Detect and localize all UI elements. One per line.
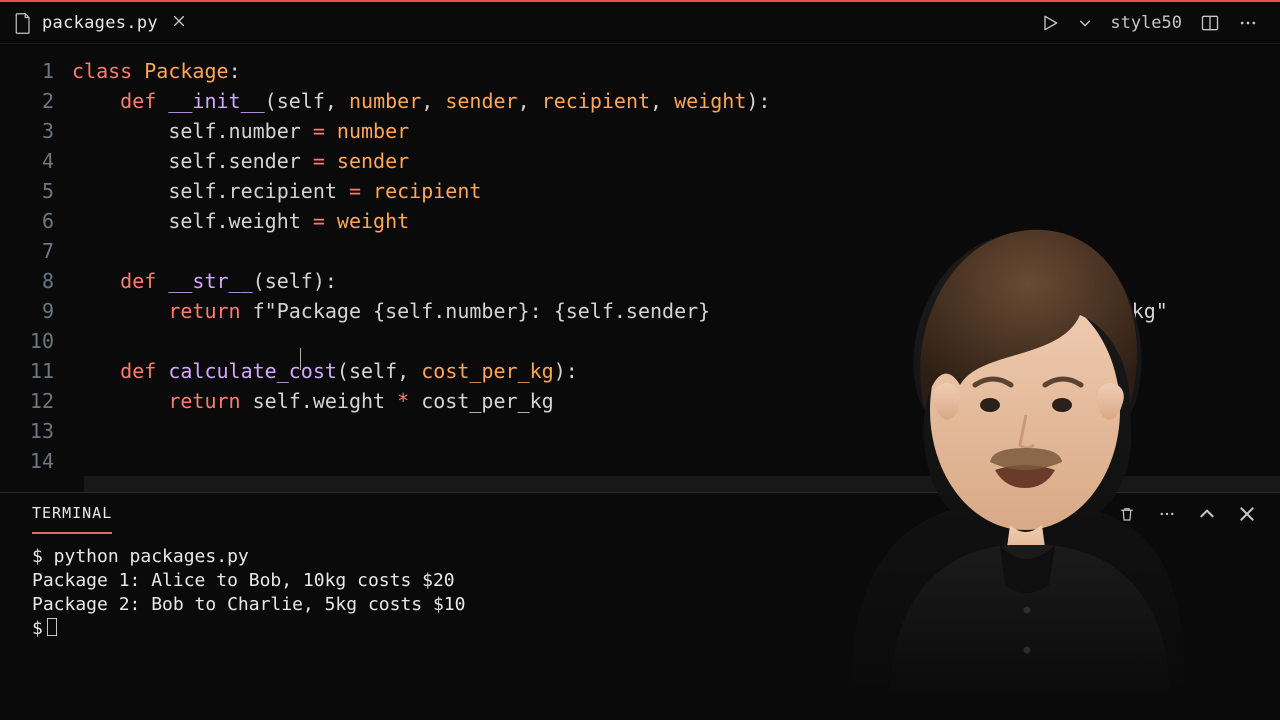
code-line-4: self.sender = sender: [72, 146, 1280, 176]
line-number: 4: [0, 146, 72, 176]
terminal-line: $: [32, 618, 43, 639]
code-line-9: return f"Package {self.number}: {self.se…: [72, 296, 1280, 326]
terminal-line: $ python packages.py: [32, 546, 249, 567]
line-number: 9: [0, 296, 72, 326]
run-dropdown[interactable]: [1078, 16, 1092, 30]
style50-button[interactable]: style50: [1110, 13, 1182, 33]
tab-area: packages.py: [0, 2, 204, 43]
close-tab-button[interactable]: [168, 10, 190, 35]
split-terminal-button[interactable]: [1078, 505, 1096, 523]
line-number: 12: [0, 386, 72, 416]
code-editor[interactable]: 1 class Package: 2 def __init__(self, nu…: [0, 44, 1280, 484]
line-number: 7: [0, 236, 72, 266]
code-line-2: def __init__(self, number, sender, recip…: [72, 86, 1280, 116]
terminal-header: TERMINAL: [0, 493, 1280, 535]
terminal-cursor: [47, 618, 57, 636]
tab-bar: packages.py style50: [0, 0, 1280, 44]
code-line-1: class Package:: [72, 56, 1280, 86]
close-panel-button[interactable]: [1238, 505, 1256, 523]
line-number: 14: [0, 446, 72, 476]
line-number: 10: [0, 326, 72, 356]
code-line-11: def calculate_cost(self, cost_per_kg):: [72, 356, 1280, 386]
python-file-icon: [14, 13, 32, 33]
code-line-6: self.weight = weight: [72, 206, 1280, 236]
terminal-tab[interactable]: TERMINAL: [32, 494, 112, 534]
maximize-panel-button[interactable]: [1198, 505, 1216, 523]
code-line-5: self.recipient = recipient: [72, 176, 1280, 206]
line-number: 1: [0, 56, 72, 86]
line-number: 6: [0, 206, 72, 236]
code-line-14: [72, 446, 1280, 476]
line-number: 13: [0, 416, 72, 446]
code-line-13: [72, 416, 1280, 446]
line-number: 2: [0, 86, 72, 116]
code-line-10: [72, 326, 1280, 356]
run-button[interactable]: [1040, 13, 1060, 33]
kill-terminal-button[interactable]: [1118, 505, 1136, 523]
line-number: 8: [0, 266, 72, 296]
more-actions-button[interactable]: [1238, 13, 1258, 33]
split-editor-button[interactable]: [1200, 13, 1220, 33]
terminal-dropdown[interactable]: [1038, 505, 1056, 523]
editor-actions: style50: [1040, 13, 1280, 33]
code-line-3: self.number = number: [72, 116, 1280, 146]
terminal-actions: [998, 505, 1256, 523]
code-line-12: return self.weight * cost_per_kg: [72, 386, 1280, 416]
tab-filename: packages.py: [42, 13, 158, 33]
line-number: 3: [0, 116, 72, 146]
code-line-8: def __str__(self):: [72, 266, 1280, 296]
tab-packages-py[interactable]: packages.py: [0, 2, 204, 43]
terminal-panel: TERMINAL $ python packag: [0, 492, 1280, 720]
terminal-more-button[interactable]: [1158, 505, 1176, 523]
new-terminal-button[interactable]: [998, 505, 1016, 523]
code-line-7: [72, 236, 1280, 266]
terminal-line: Package 1: Alice to Bob, 10kg costs $20: [32, 570, 455, 591]
line-number: 11: [0, 356, 72, 386]
line-number: 5: [0, 176, 72, 206]
terminal-line: Package 2: Bob to Charlie, 5kg costs $10: [32, 594, 465, 615]
terminal-body[interactable]: $ python packages.py Package 1: Alice to…: [0, 535, 1280, 651]
